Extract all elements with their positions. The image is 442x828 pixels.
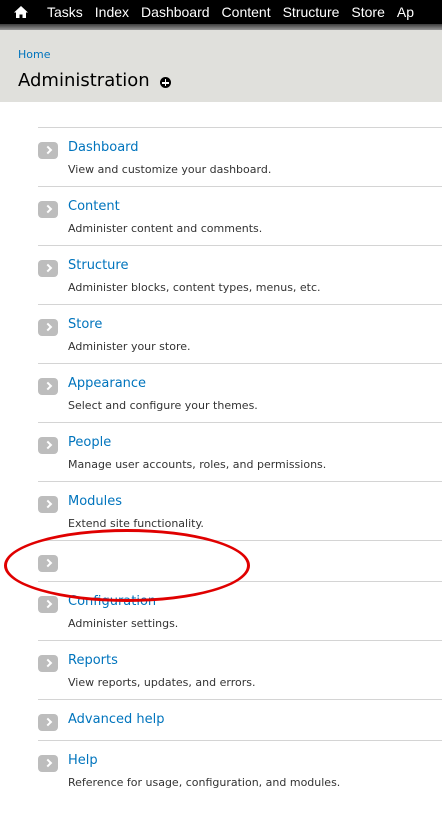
chevron-right-icon[interactable] (38, 755, 58, 772)
chevron-right-icon[interactable] (38, 714, 58, 731)
item-link-appearance[interactable]: Appearance (68, 376, 146, 391)
list-item-structure[interactable]: Structure Administer blocks, content typ… (38, 246, 442, 305)
item-description: Manage user accounts, roles, and permiss… (68, 458, 327, 471)
item-description: Select and configure your themes. (68, 399, 258, 412)
add-shortcut-icon[interactable] (160, 77, 171, 88)
item-link-help[interactable]: Help (68, 753, 98, 768)
item-link-dashboard[interactable]: Dashboard (68, 140, 139, 155)
chevron-right-icon[interactable] (38, 260, 58, 277)
chevron-right-icon[interactable] (38, 378, 58, 395)
item-description: View reports, updates, and errors. (68, 676, 256, 689)
item-description: Administer your store. (68, 340, 191, 353)
chevron-right-icon[interactable] (38, 496, 58, 513)
item-link-modules[interactable]: Modules (68, 494, 122, 509)
toolbar-item-dashboard[interactable]: Dashboard (141, 4, 210, 20)
list-item-people[interactable]: People Manage user accounts, roles, and … (38, 423, 442, 482)
admin-toolbar: Tasks Index Dashboard Content Structure … (0, 0, 442, 24)
list-item-dashboard[interactable]: Dashboard View and customize your dashbo… (38, 128, 442, 187)
breadcrumb-home[interactable]: Home (18, 48, 50, 61)
item-link-structure[interactable]: Structure (68, 258, 128, 273)
toolbar-item-structure[interactable]: Structure (283, 4, 340, 20)
chevron-right-icon[interactable] (38, 596, 58, 613)
chevron-right-icon[interactable] (38, 142, 58, 159)
toolbar-item-tasks[interactable]: Tasks (47, 4, 83, 20)
list-item-appearance[interactable]: Appearance Select and configure your the… (38, 364, 442, 423)
highlight-annotation (4, 529, 250, 602)
item-link-content[interactable]: Content (68, 199, 120, 214)
list-item-advanced-help[interactable]: Advanced help (38, 700, 442, 741)
chevron-right-icon[interactable] (38, 319, 58, 336)
toolbar-nav: Tasks Index Dashboard Content Structure … (47, 0, 426, 24)
item-description: Administer content and comments. (68, 222, 263, 235)
item-description: Extend site functionality. (68, 517, 204, 530)
home-icon[interactable] (13, 4, 29, 20)
list-item-help[interactable]: Help Reference for usage, configuration,… (38, 741, 442, 799)
item-link-store[interactable]: Store (68, 317, 102, 332)
toolbar-item-content[interactable]: Content (222, 4, 271, 20)
toolbar-item-index[interactable]: Index (95, 4, 129, 20)
page-title: Administration (18, 70, 150, 91)
page-header (0, 30, 442, 102)
item-description: View and customize your dashboard. (68, 163, 272, 176)
list-item-content[interactable]: Content Administer content and comments. (38, 187, 442, 246)
toolbar-item-appearance[interactable]: Ap (397, 4, 414, 20)
chevron-right-icon[interactable] (38, 655, 58, 672)
item-description: Reference for usage, configuration, and … (68, 776, 341, 789)
chevron-right-icon[interactable] (38, 437, 58, 454)
list-item-reports[interactable]: Reports View reports, updates, and error… (38, 641, 442, 700)
item-description: Administer blocks, content types, menus,… (68, 281, 321, 294)
item-description: Administer settings. (68, 617, 179, 630)
item-link-people[interactable]: People (68, 435, 111, 450)
chevron-right-icon[interactable] (38, 201, 58, 218)
item-link-reports[interactable]: Reports (68, 653, 118, 668)
admin-menu-list: Dashboard View and customize your dashbo… (38, 127, 442, 799)
toolbar-item-store[interactable]: Store (351, 4, 384, 20)
list-item-store[interactable]: Store Administer your store. (38, 305, 442, 364)
item-link-advanced-help[interactable]: Advanced help (68, 712, 164, 727)
